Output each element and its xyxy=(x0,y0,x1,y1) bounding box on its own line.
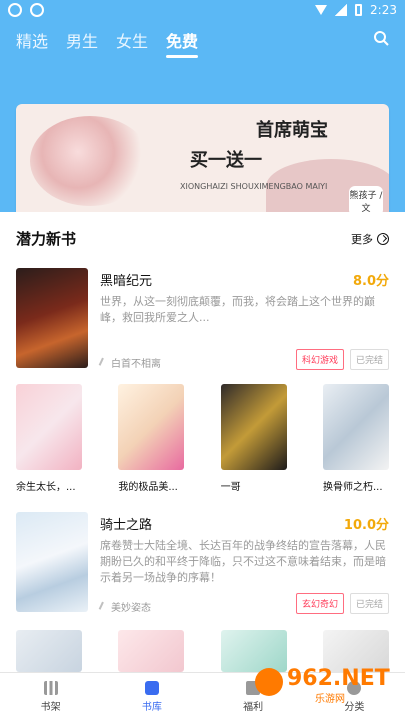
book-tags: 科幻游戏 已完结 xyxy=(295,349,389,370)
tab-female[interactable]: 女生 xyxy=(116,28,148,52)
battery-icon xyxy=(355,4,363,16)
grid-book-cover[interactable] xyxy=(220,384,287,470)
app-notification-icon-2 xyxy=(30,3,44,17)
grid-book-cover[interactable] xyxy=(16,384,82,470)
library-icon xyxy=(144,680,159,695)
book-score: 8.0分 xyxy=(352,274,389,289)
book-author-name: 白首不相离 xyxy=(111,359,161,370)
tab-featured[interactable]: 精选 xyxy=(16,28,48,52)
grid-book-cover[interactable] xyxy=(118,630,185,672)
site-watermark: 962.NET 乐游网 xyxy=(255,664,395,705)
watermark-subtext: 乐游网 xyxy=(315,694,345,705)
grid-book-cover[interactable] xyxy=(322,384,389,470)
nav-library[interactable]: 书库 xyxy=(101,673,202,720)
book-score: 10.0分 xyxy=(343,518,389,533)
status-time: 2:23 xyxy=(370,3,397,17)
status-right: 2:23 xyxy=(315,3,397,17)
nav-label: 书架 xyxy=(40,701,61,713)
book-author: 美妙姿态 xyxy=(98,599,151,614)
grid-book-title[interactable]: 我的极品美... xyxy=(118,478,184,493)
genre-tag[interactable]: 玄幻奇幻 xyxy=(295,593,344,614)
genre-tag[interactable]: 科幻游戏 xyxy=(295,349,344,370)
promo-banner[interactable]: 首席萌宝 买一送一 XIONGHAIZI SHOUXIMENGBAO MAIYI… xyxy=(16,104,389,222)
bookshelf-icon xyxy=(43,680,58,695)
book-description: 席卷赞士大陆全境、长达百年的战争终结的宣告落幕，人民期盼已久的和平终于降临，只不… xyxy=(100,539,386,584)
top-tabs: 精选 男生 女生 免费 xyxy=(16,28,199,58)
book-tags: 玄幻奇幻 已完结 xyxy=(295,593,389,614)
wifi-icon xyxy=(315,5,328,15)
book-description: 世界，从这一刻彻底颠覆，而我，将会踏上这个世界的巅峰，救回我所爱之人... xyxy=(100,295,375,324)
grid-book-item[interactable]: 余生太长，... xyxy=(16,384,82,502)
section-header: 潜力新书 更多 xyxy=(16,228,389,249)
pen-icon xyxy=(98,601,110,612)
book-grid: 余生太长，... 我的极品美... 一哥 换骨师之朽... xyxy=(16,384,389,502)
watermark-logo xyxy=(255,668,283,696)
header: 精选 男生 女生 免费 首席萌宝 买一送一 XIONGHAIZI SHOUXIM… xyxy=(0,22,405,222)
more-link[interactable]: 更多 xyxy=(351,231,389,247)
book-title[interactable]: 骑士之路 xyxy=(100,514,152,533)
book-list: 潜力新书 更多 黑暗纪元 8.0分 世界，从这一刻彻底颠覆，而我，将会踏上这个世… xyxy=(0,212,405,672)
search-icon[interactable] xyxy=(373,30,389,46)
banner-pinyin: XIONGHAIZI SHOUXIMENGBAO MAIYI xyxy=(180,182,328,191)
section-title: 潜力新书 xyxy=(16,230,77,248)
book-author: 白首不相离 xyxy=(98,355,161,370)
banner-illustration xyxy=(30,116,150,206)
grid-book-cover[interactable] xyxy=(118,384,185,470)
nav-bookshelf[interactable]: 书架 xyxy=(0,673,101,720)
grid-book-item[interactable]: 我的极品美... xyxy=(118,384,185,502)
chevron-right-icon xyxy=(377,232,389,245)
tab-male[interactable]: 男生 xyxy=(66,28,98,52)
status-tag: 已完结 xyxy=(349,593,389,614)
more-label: 更多 xyxy=(351,232,373,246)
watermark-text: 962.NET xyxy=(287,666,390,691)
banner-title: 首席萌宝 xyxy=(256,120,328,141)
grid-book-title[interactable]: 换骨师之朽... xyxy=(323,478,389,493)
app-notification-icon xyxy=(8,3,22,17)
status-tag: 已完结 xyxy=(349,349,389,370)
signal-icon xyxy=(335,4,348,16)
nav-label: 书库 xyxy=(141,701,162,713)
grid-book-title[interactable]: 一哥 xyxy=(221,478,287,493)
pen-icon xyxy=(98,357,110,368)
grid-book-item[interactable]: 换骨师之朽... xyxy=(322,384,389,502)
grid-book-cover[interactable] xyxy=(16,630,82,672)
tab-free[interactable]: 免费 xyxy=(166,28,199,58)
banner-subtitle: 买一送一 xyxy=(190,150,262,171)
grid-book-item[interactable]: 一哥 xyxy=(220,384,287,502)
status-left xyxy=(8,3,44,17)
book-item[interactable]: 黑暗纪元 8.0分 世界，从这一刻彻底颠覆，而我，将会踏上这个世界的巅峰，救回我… xyxy=(16,268,389,372)
book-cover[interactable] xyxy=(16,268,88,368)
book-author-name: 美妙姿态 xyxy=(111,603,151,614)
book-cover[interactable] xyxy=(16,512,88,612)
book-title[interactable]: 黑暗纪元 xyxy=(100,270,152,289)
status-bar: 2:23 xyxy=(0,0,405,22)
grid-book-title[interactable]: 余生太长，... xyxy=(16,478,82,493)
book-item[interactable]: 骑士之路 10.0分 席卷赞士大陆全境、长达百年的战争终结的宣告落幕，人民期盼已… xyxy=(16,512,389,616)
